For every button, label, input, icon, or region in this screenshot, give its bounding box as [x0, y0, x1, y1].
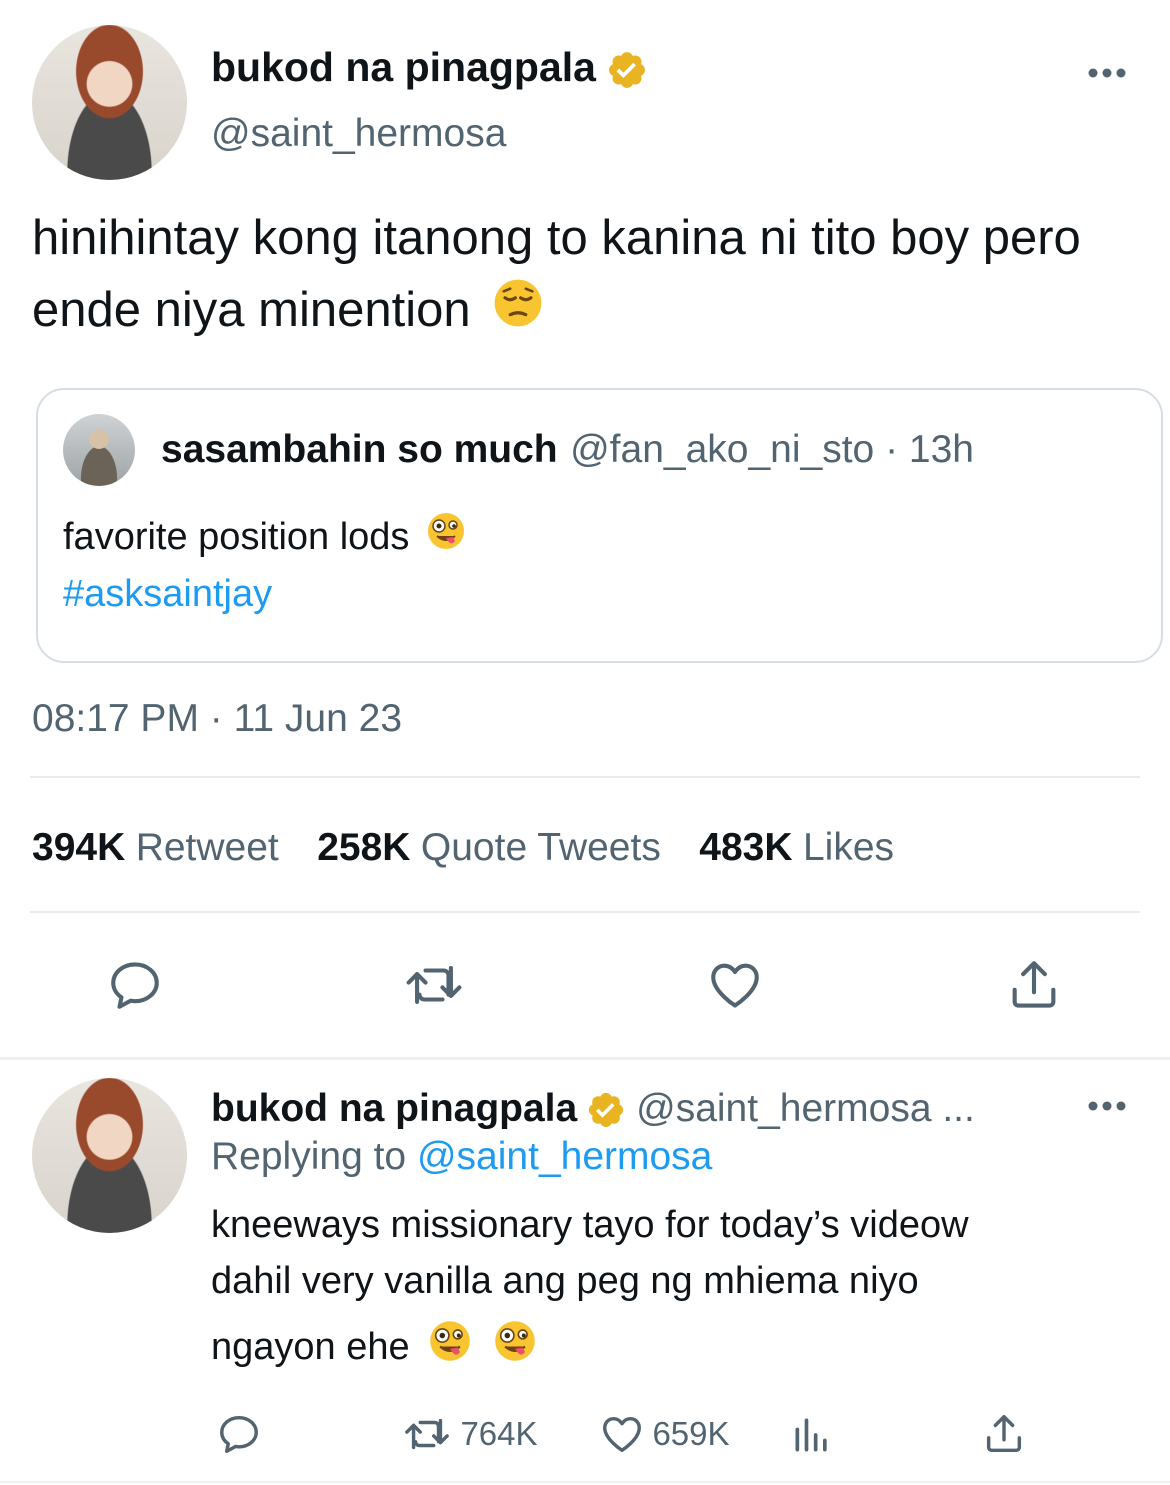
author-name-row[interactable]: bukod na pinagpala	[211, 44, 648, 96]
heart-icon[interactable]	[705, 956, 765, 1014]
stats-row: 394K Retweet 258K Quote Tweets 483K Like…	[32, 826, 894, 870]
reply-author-handle: @saint_hermosa ...	[636, 1087, 975, 1130]
verified-badge-icon	[606, 49, 648, 96]
likes-stat[interactable]: 483K Likes	[699, 826, 894, 869]
tweet-text: hinihintay kong itanong to kanina ni tit…	[32, 202, 1142, 349]
reply-text: kneeways missionary tayo for today’s vid…	[211, 1197, 1151, 1379]
replying-to-handle-link[interactable]: @saint_hermosa	[417, 1135, 712, 1178]
more-icon[interactable]	[1087, 65, 1127, 86]
reply-like-button[interactable]: 659K	[596, 1411, 730, 1457]
reply-retweet-button[interactable]: 764K	[398, 1411, 538, 1457]
reply-author-avatar[interactable]	[32, 1078, 187, 1233]
author-avatar[interactable]	[32, 25, 187, 180]
pensive-face-emoji-icon	[492, 277, 544, 349]
quoted-tweet-text: favorite position lods #asksaintjay	[63, 510, 1123, 622]
share-icon[interactable]	[1005, 956, 1063, 1014]
quoted-author-row[interactable]: sasambahin so much @fan_ako_ni_sto · 13h	[161, 428, 974, 472]
verified-badge-icon	[586, 1090, 626, 1135]
quoted-hashtag-link[interactable]: #asksaintjay	[63, 573, 272, 615]
section-separator	[0, 1057, 1170, 1060]
retweet-icon[interactable]	[401, 956, 467, 1014]
reply-retweet-count: 764K	[460, 1415, 538, 1452]
reply-icon[interactable]	[106, 956, 164, 1014]
retweets-stat[interactable]: 394K Retweet	[32, 826, 283, 869]
divider-bottom	[30, 911, 1140, 913]
zany-face-emoji-icon	[428, 1319, 472, 1379]
reply-more-icon[interactable]	[1087, 1098, 1127, 1119]
reply-author-name: bukod na pinagpala	[211, 1087, 578, 1130]
zany-face-emoji-icon	[493, 1319, 537, 1379]
reply-share-icon[interactable]	[981, 1411, 1027, 1457]
divider-top	[30, 776, 1140, 778]
replying-to: Replying to @saint_hermosa	[211, 1135, 713, 1178]
heart-icon	[596, 1411, 648, 1457]
views-icon[interactable]	[790, 1413, 834, 1457]
author-name[interactable]: bukod na pinagpala	[211, 44, 596, 90]
bottom-border	[0, 1481, 1170, 1483]
retweet-icon	[398, 1411, 456, 1457]
author-handle[interactable]: @saint_hermosa	[211, 112, 506, 156]
quote-tweets-stat[interactable]: 258K Quote Tweets	[317, 826, 665, 869]
quoted-author-avatar[interactable]	[63, 414, 135, 486]
reply-like-count: 659K	[652, 1415, 730, 1452]
reply-reply-icon[interactable]	[216, 1411, 262, 1457]
tweet-timestamp[interactable]: 08:17 PM · 11 Jun 23	[32, 697, 402, 741]
quoted-author-name: sasambahin so much	[161, 428, 558, 471]
reply-author-row[interactable]: bukod na pinagpala @saint_hermosa ...	[211, 1087, 975, 1135]
quoted-author-handle: @fan_ako_ni_sto · 13h	[570, 428, 974, 471]
zany-face-emoji-icon	[426, 511, 466, 567]
